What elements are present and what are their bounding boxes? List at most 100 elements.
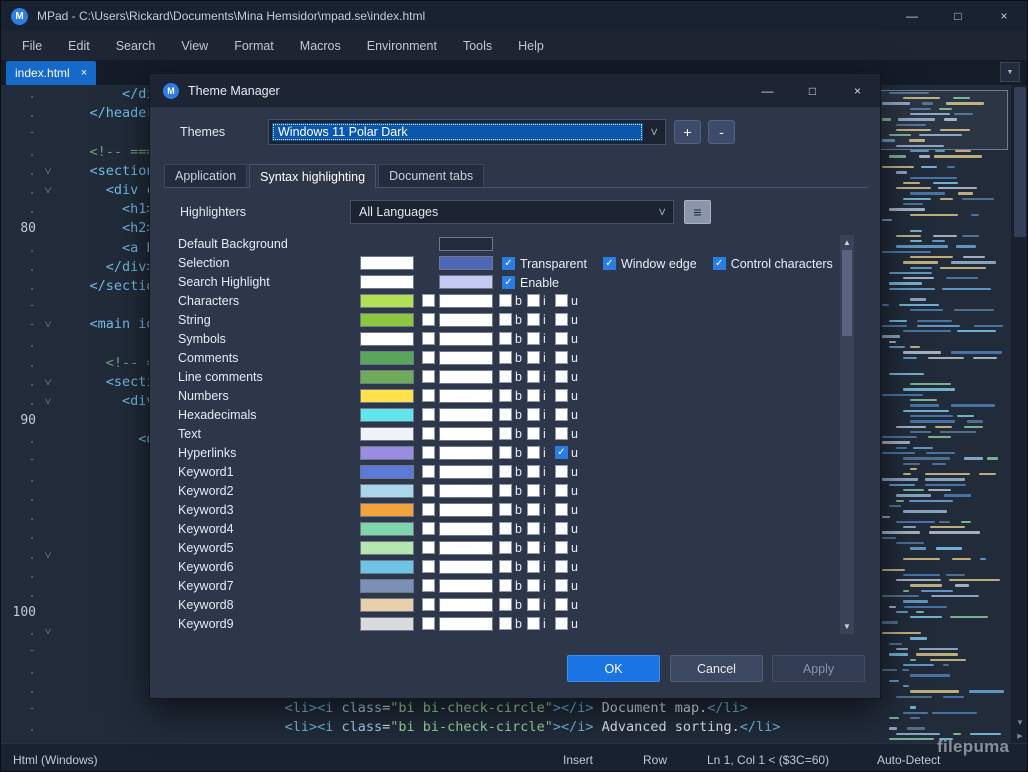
editor-scrollbar[interactable]: ▼ ▶ [1011,85,1028,743]
i-checkbox[interactable] [527,598,540,611]
foreground-swatch[interactable] [360,351,414,365]
foreground-swatch[interactable] [360,294,414,308]
tab-close-icon[interactable]: × [81,68,87,79]
fold-toggle-icon[interactable]: ˅ [39,181,57,200]
menu-format[interactable]: Format [221,31,287,60]
code-line[interactable]: - <li><i class="bi bi-check-circle"></i>… [1,699,879,718]
transparent-bg-checkbox[interactable] [422,446,435,459]
dialog-minimize-icon[interactable]: — [745,74,790,107]
dialog-maximize-icon[interactable]: □ [790,74,835,107]
b-checkbox[interactable] [499,579,512,592]
i-checkbox[interactable] [527,313,540,326]
style-row-selection[interactable]: Selection✓Transparent✓Window edge✓Contro… [168,254,838,273]
background-swatch[interactable] [439,560,493,574]
style-row-keyword1[interactable]: Keyword1biu [168,463,838,482]
style-row-keyword6[interactable]: Keyword6biu [168,558,838,577]
foreground-swatch[interactable] [360,370,414,384]
menu-macros[interactable]: Macros [287,31,354,60]
window-edge-checkbox[interactable]: ✓ [603,257,616,270]
b-checkbox[interactable] [499,522,512,535]
b-checkbox[interactable] [499,389,512,402]
highlighter-menu-button[interactable]: ≡ [684,200,711,224]
u-checkbox[interactable] [555,389,568,402]
u-checkbox[interactable] [555,351,568,364]
foreground-swatch[interactable] [360,408,414,422]
style-row-characters[interactable]: Charactersbiu [168,292,838,311]
fold-toggle-icon[interactable]: ˅ [39,162,57,181]
style-row-keyword9[interactable]: Keyword9biu [168,615,838,634]
fold-toggle-icon[interactable]: ˅ [39,546,57,565]
b-checkbox[interactable] [499,313,512,326]
b-checkbox[interactable] [499,503,512,516]
u-checkbox[interactable] [555,522,568,535]
minimap-viewport[interactable] [880,90,1008,150]
u-checkbox[interactable] [555,617,568,630]
background-swatch[interactable] [439,294,493,308]
cancel-button[interactable]: Cancel [670,655,763,682]
u-checkbox[interactable] [555,370,568,383]
menu-help[interactable]: Help [505,31,557,60]
background-swatch[interactable] [439,503,493,517]
b-checkbox[interactable] [499,408,512,421]
background-swatch[interactable] [439,332,493,346]
scroll-right-icon[interactable]: ▶ [1011,732,1028,740]
dialog-close-icon[interactable]: × [835,74,880,107]
b-checkbox[interactable] [499,484,512,497]
background-swatch[interactable] [439,446,493,460]
u-checkbox[interactable] [555,465,568,478]
transparent-bg-checkbox[interactable] [422,465,435,478]
u-checkbox[interactable]: ✓ [555,446,568,459]
menu-file[interactable]: File [9,31,55,60]
transparent-bg-checkbox[interactable] [422,522,435,535]
background-swatch[interactable] [439,275,493,289]
background-swatch[interactable] [439,408,493,422]
b-checkbox[interactable] [499,294,512,307]
fold-toggle-icon[interactable]: ˅ [39,373,57,392]
background-swatch[interactable] [439,370,493,384]
minimize-icon[interactable]: — [889,1,935,31]
foreground-swatch[interactable] [360,465,414,479]
i-checkbox[interactable] [527,427,540,440]
close-icon[interactable]: × [981,1,1027,31]
style-row-keyword2[interactable]: Keyword2biu [168,482,838,501]
foreground-swatch[interactable] [360,503,414,517]
transparent-checkbox[interactable]: ✓ [502,257,515,270]
b-checkbox[interactable] [499,598,512,611]
style-row-keyword7[interactable]: Keyword7biu [168,577,838,596]
enable-checkbox[interactable]: ✓ [502,276,515,289]
background-swatch[interactable] [439,256,493,270]
i-checkbox[interactable] [527,446,540,459]
foreground-swatch[interactable] [360,275,414,289]
i-checkbox[interactable] [527,294,540,307]
b-checkbox[interactable] [499,560,512,573]
scroll-down-icon[interactable]: ▼ [840,620,854,633]
i-checkbox[interactable] [527,579,540,592]
background-swatch[interactable] [439,579,493,593]
background-swatch[interactable] [439,598,493,612]
foreground-swatch[interactable] [360,541,414,555]
style-row-keyword5[interactable]: Keyword5biu [168,539,838,558]
u-checkbox[interactable] [555,541,568,554]
foreground-swatch[interactable] [360,332,414,346]
style-row-keyword8[interactable]: Keyword8biu [168,596,838,615]
style-row-text[interactable]: Textbiu [168,425,838,444]
i-checkbox[interactable] [527,408,540,421]
style-row-symbols[interactable]: Symbolsbiu [168,330,838,349]
transparent-bg-checkbox[interactable] [422,541,435,554]
foreground-swatch[interactable] [360,446,414,460]
ok-button[interactable]: OK [567,655,660,682]
scroll-up-icon[interactable]: ▲ [840,236,854,249]
menu-view[interactable]: View [168,31,221,60]
foreground-swatch[interactable] [360,427,414,441]
fold-toggle-icon[interactable]: ˅ [39,622,57,641]
b-checkbox[interactable] [499,332,512,345]
transparent-bg-checkbox[interactable] [422,427,435,440]
menu-edit[interactable]: Edit [55,31,103,60]
style-row-keyword3[interactable]: Keyword3biu [168,501,838,520]
i-checkbox[interactable] [527,541,540,554]
u-checkbox[interactable] [555,332,568,345]
transparent-bg-checkbox[interactable] [422,389,435,402]
tab-document-tabs[interactable]: Document tabs [378,164,484,187]
transparent-bg-checkbox[interactable] [422,351,435,364]
menu-tools[interactable]: Tools [450,31,505,60]
